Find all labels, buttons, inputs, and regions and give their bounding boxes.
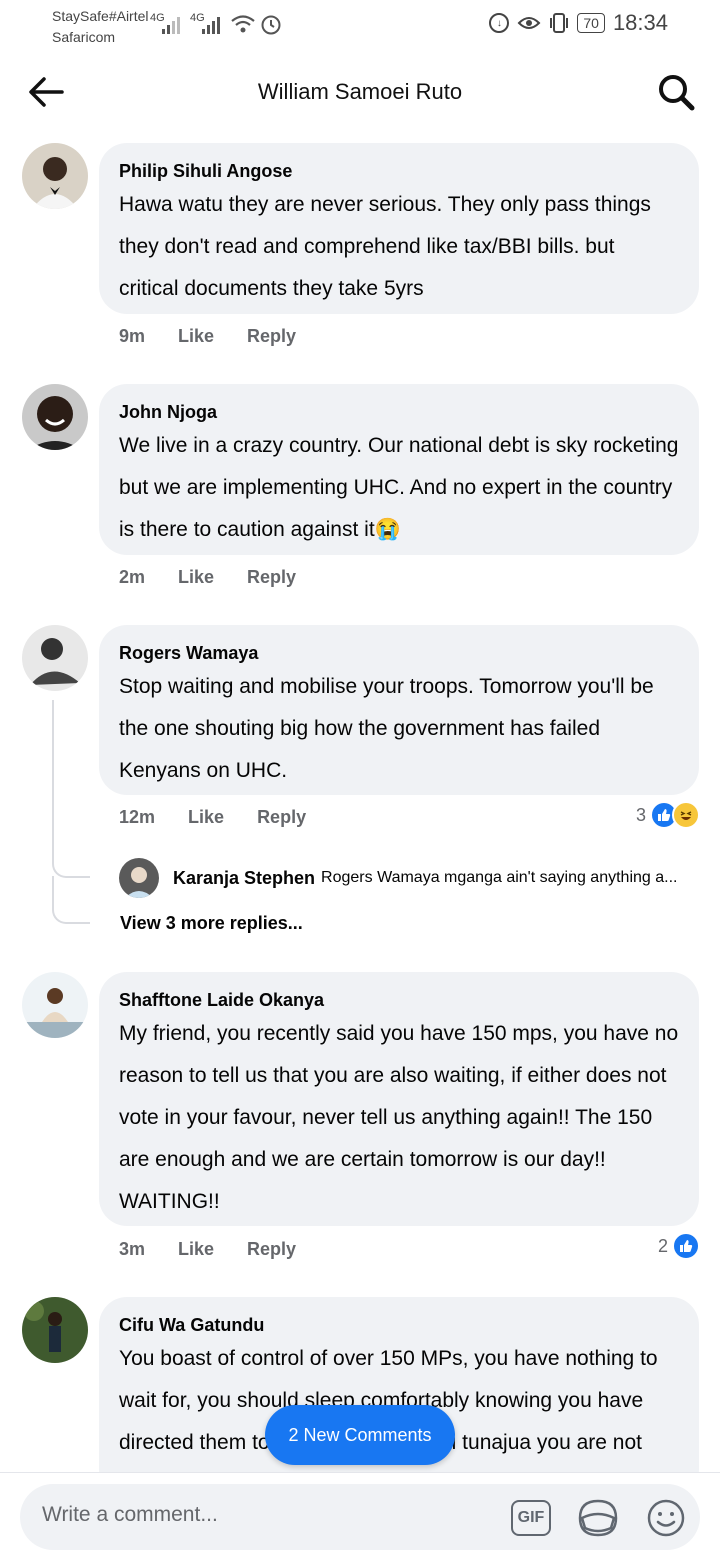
avatar[interactable]	[22, 972, 88, 1038]
reply-text: Rogers Wamaya mganga ain't saying anythi…	[321, 869, 678, 886]
new-comments-button[interactable]: 2 New Comments	[265, 1405, 455, 1465]
timer-icon	[261, 15, 281, 35]
thread-branch	[52, 840, 90, 878]
comment-time: 12m	[119, 807, 156, 827]
comment-bubble[interactable]: Rogers Wamaya Stop waiting and mobilise …	[99, 625, 699, 795]
comment-actions: 2m Like Reply	[119, 567, 296, 588]
comment-time: 9m	[119, 326, 146, 346]
avatar[interactable]	[22, 143, 88, 209]
page-title: William Samoei Ruto	[257, 79, 463, 104]
carrier-line-1: StaySafe#Airtel	[52, 8, 149, 24]
wifi-icon	[231, 15, 255, 33]
comment-author[interactable]: Philip Sihuli Angose	[119, 159, 679, 183]
avatar[interactable]	[22, 1297, 88, 1363]
reply-button[interactable]: Reply	[247, 1239, 296, 1260]
emoji-icon[interactable]	[646, 1498, 686, 1538]
comment-author[interactable]: Cifu Wa Gatundu	[119, 1313, 679, 1337]
avatar[interactable]	[22, 625, 88, 691]
like-reaction-icon	[672, 1232, 700, 1260]
comment-author[interactable]: Rogers Wamaya	[119, 641, 679, 665]
comment-author[interactable]: Shafftone Laide Okanya	[119, 988, 679, 1012]
vibrate-icon	[550, 13, 569, 33]
signal-icon	[162, 14, 180, 34]
comment-actions: 12m Like Reply	[119, 807, 306, 828]
comment-actions: 9m Like Reply	[119, 326, 296, 347]
like-button[interactable]: Like	[178, 326, 214, 347]
comment-text: Stop waiting and mobilise your troops. T…	[119, 675, 654, 782]
signal-icon	[202, 14, 220, 34]
reaction-count: 3	[635, 804, 646, 825]
gif-button[interactable]: GIF	[511, 1500, 551, 1536]
comment-author[interactable]: John Njoga	[119, 400, 679, 424]
reply-button[interactable]: Reply	[247, 567, 296, 588]
eye-icon	[517, 17, 541, 29]
reply-author[interactable]: Karanja Stephen	[173, 868, 315, 889]
page-header: William Samoei Ruto	[0, 60, 720, 124]
comment-text: My friend, you recently said you have 15…	[119, 1022, 679, 1213]
reaction-count: 2	[657, 1235, 668, 1256]
battery-icon: 70	[577, 13, 605, 33]
comment-bubble[interactable]: Cifu Wa Gatundu You boast of control of …	[99, 1297, 699, 1497]
reply-preview[interactable]: Karanja Stephen Rogers Wamaya mganga ain…	[119, 858, 677, 898]
comment-time: 2m	[119, 567, 146, 587]
view-more-replies-link[interactable]: View 3 more replies...	[120, 913, 303, 934]
comment-input[interactable]	[40, 1502, 464, 1528]
haha-reaction-icon	[672, 801, 700, 829]
reaction-summary[interactable]: 2	[658, 1232, 700, 1260]
thread-line	[52, 700, 54, 850]
comment-text: Hawa watu they are never serious. They o…	[119, 193, 651, 300]
comment-composer: GIF	[0, 1472, 720, 1561]
avatar[interactable]	[119, 858, 159, 898]
time: 18:34	[612, 10, 668, 35]
carrier-line-2: Safaricom	[52, 29, 116, 45]
carrier-info: StaySafe#Airtel Safaricom	[52, 6, 149, 48]
like-button[interactable]: Like	[178, 1239, 214, 1260]
reply-button[interactable]: Reply	[247, 326, 296, 347]
data-saver-icon: ↓	[489, 13, 510, 33]
sticker-icon[interactable]	[577, 1498, 619, 1538]
thread-branch	[52, 876, 90, 924]
comment-actions: 3m Like Reply	[119, 1239, 296, 1260]
status-bar: StaySafe#Airtel Safaricom 4G 4G ↓ 70 18:…	[0, 0, 720, 52]
like-button[interactable]: Like	[178, 567, 214, 588]
reply-button[interactable]: Reply	[257, 807, 306, 828]
comment-bubble[interactable]: John Njoga We live in a crazy country. O…	[99, 384, 699, 555]
status-right: ↓ 70 18:34	[489, 10, 668, 36]
search-icon[interactable]	[656, 72, 696, 112]
comment-bubble[interactable]: Philip Sihuli Angose Hawa watu they are …	[99, 143, 699, 314]
comment-bubble[interactable]: Shafftone Laide Okanya My friend, you re…	[99, 972, 699, 1226]
composer-box: GIF	[20, 1484, 700, 1550]
reaction-summary[interactable]: 3	[636, 801, 700, 829]
like-button[interactable]: Like	[188, 807, 224, 828]
comment-text: We live in a crazy country. Our national…	[119, 434, 679, 541]
avatar[interactable]	[22, 384, 88, 450]
comment-time: 3m	[119, 1239, 146, 1259]
